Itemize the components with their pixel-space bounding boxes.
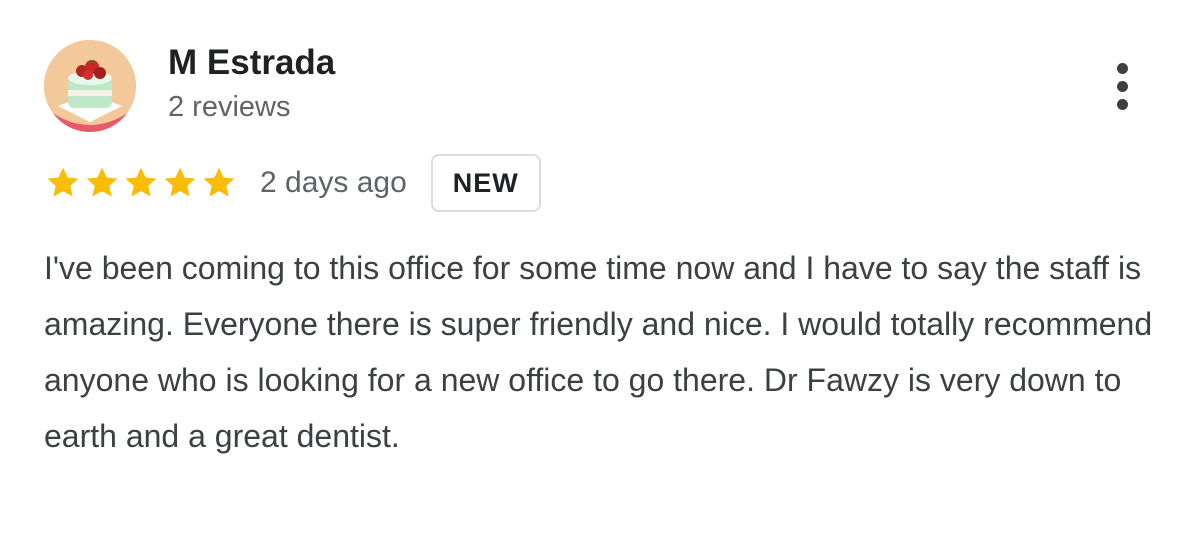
star-icon [164,167,196,197]
review-count[interactable]: 2 reviews [168,88,291,126]
review-date: 2 days ago [260,166,407,199]
author-name[interactable]: M Estrada [168,42,335,84]
review-card: M Estrada 2 reviews 2 days ago NEW I've … [0,0,1200,553]
review-text: I've been coming to this office for some… [44,250,1153,454]
star-icon [203,167,235,197]
new-badge: NEW [430,154,541,212]
more-vert-icon-dot [1116,80,1128,92]
star-icon [47,167,79,197]
rating-row: 2 days ago NEW [44,152,541,214]
cake-avatar-icon [44,40,136,132]
more-vert-icon-dot [1116,98,1128,110]
avatar[interactable] [44,40,136,132]
more-options-button[interactable] [1100,58,1144,114]
more-vert-icon [1116,62,1128,74]
star-rating [44,164,238,202]
star-icon [86,167,118,197]
star-icon [125,167,157,197]
